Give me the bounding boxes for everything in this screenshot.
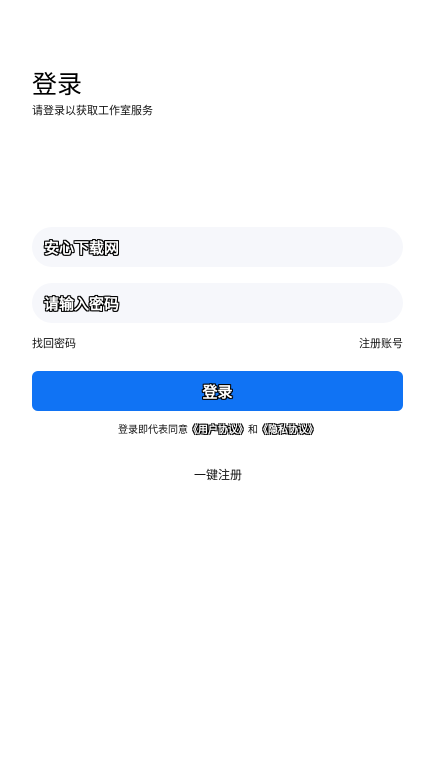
user-agreement-link[interactable]: 《用户协议》: [188, 425, 248, 436]
one-click-register-link[interactable]: 一键注册: [0, 467, 436, 483]
forgot-password-link[interactable]: 找回密码: [32, 336, 76, 352]
password-input[interactable]: 请输入密码: [32, 283, 403, 323]
agreement-text: 登录即代表同意《用户协议》和《隐私协议》: [0, 423, 436, 439]
auth-links-row: 找回密码 注册账号: [32, 336, 403, 352]
register-account-link[interactable]: 注册账号: [359, 336, 403, 352]
login-button-label: 登录: [202, 383, 233, 401]
login-button[interactable]: 登录: [32, 371, 403, 411]
page-subtitle: 请登录以获取工作室服务: [32, 104, 153, 117]
page-title: 登录: [32, 70, 83, 99]
password-placeholder: 请输入密码: [44, 294, 120, 313]
username-input[interactable]: 安心下载网: [32, 227, 403, 267]
username-value: 安心下载网: [44, 238, 120, 257]
privacy-agreement-link[interactable]: 《隐私协议》: [258, 425, 318, 436]
agreement-prefix: 登录即代表同意: [118, 425, 188, 436]
agreement-conjunction: 和: [248, 425, 258, 436]
